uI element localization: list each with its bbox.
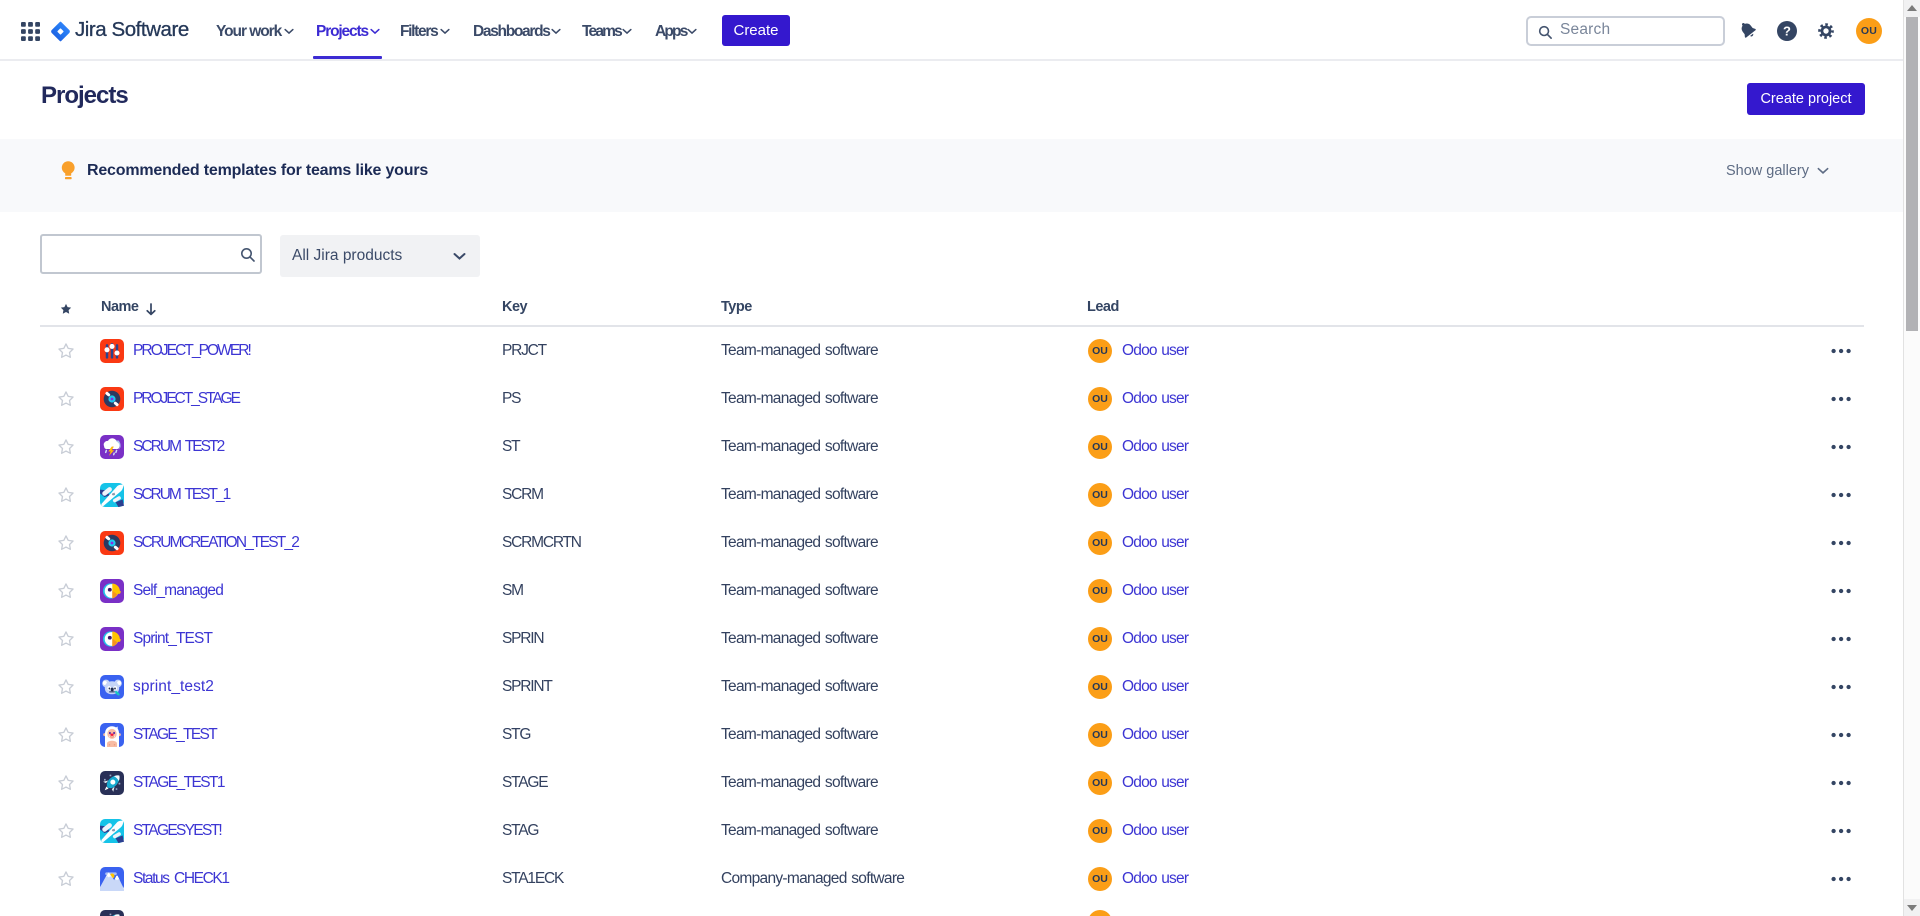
svg-text:?: ? [1783,24,1791,39]
